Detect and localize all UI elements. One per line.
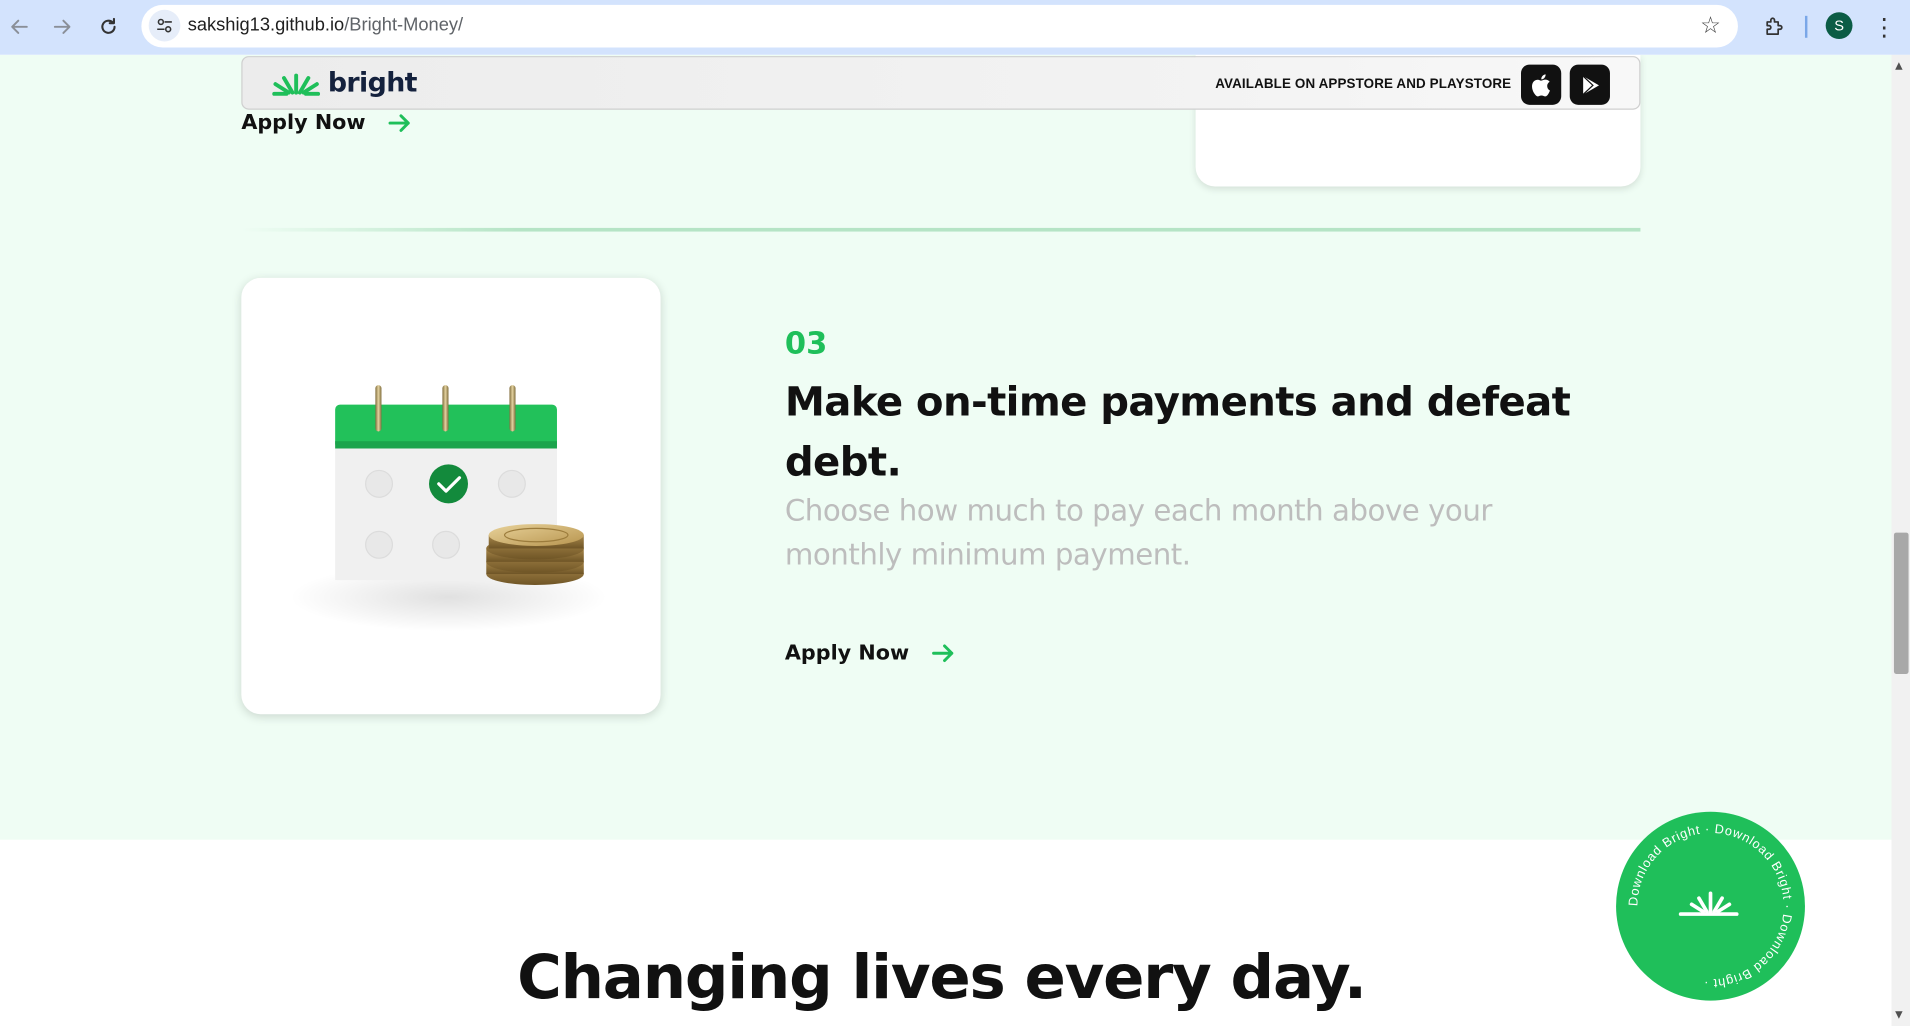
sunrise-logo-icon xyxy=(272,73,321,96)
step-title: Make on-time payments and defeat debt. xyxy=(784,377,1571,486)
arrow-right-icon xyxy=(388,114,410,132)
step-number: 03 xyxy=(784,325,828,361)
apply-now-label: Apply Now xyxy=(241,110,366,136)
download-badge-ring: Download Bright · Download Bright · Down… xyxy=(1625,821,1795,991)
profile-avatar[interactable]: S xyxy=(1825,12,1853,39)
play-store-icon xyxy=(1582,75,1599,95)
reload-icon xyxy=(101,17,116,34)
scroll-up-icon[interactable]: ▲ xyxy=(1895,60,1903,71)
browser-toolbar: sakshig13.github.io/Bright-Money/ ☆ S ⋮ xyxy=(0,0,1910,55)
playstore-button[interactable] xyxy=(1569,64,1610,105)
appstore-button[interactable] xyxy=(1521,64,1562,105)
download-bright-badge[interactable]: Download Bright · Download Bright · Down… xyxy=(1616,811,1805,1001)
calendar-with-coins-icon xyxy=(290,385,607,632)
toolbar-divider xyxy=(1804,15,1808,38)
site-header: bright AVAILABLE ON APPSTORE AND PLAYSTO… xyxy=(241,56,1641,110)
bright-logo[interactable]: bright xyxy=(272,68,418,99)
extensions-button[interactable] xyxy=(1759,11,1791,43)
previous-apply-now-link[interactable]: Apply Now xyxy=(241,111,412,135)
back-arrow-icon xyxy=(11,19,28,34)
scroll-down-icon[interactable]: ▼ xyxy=(1895,1009,1903,1020)
section-divider xyxy=(241,227,1641,232)
bookmark-star-icon[interactable]: ☆ xyxy=(1700,12,1721,39)
logo-wordmark: bright xyxy=(327,68,418,99)
step-description: Choose how much to pay each month above … xyxy=(784,493,1493,572)
back-button[interactable] xyxy=(4,11,36,43)
puzzle-icon xyxy=(1766,17,1783,35)
url-text: sakshig13.github.io/Bright-Money/ xyxy=(188,15,463,36)
url-path: /Bright-Money/ xyxy=(344,14,464,36)
page-viewport: Apply Now 03 Make on-time payments and d… xyxy=(0,54,1892,1026)
url-host: sakshig13.github.io xyxy=(187,14,345,36)
browser-menu-icon[interactable]: ⋮ xyxy=(1870,11,1899,43)
apply-now-link[interactable]: Apply Now xyxy=(785,641,956,665)
scrollbar-thumb[interactable] xyxy=(1893,532,1909,674)
step-illustration-card xyxy=(241,277,661,715)
forward-button[interactable] xyxy=(46,11,78,43)
reload-button[interactable] xyxy=(93,11,125,43)
forward-arrow-icon xyxy=(53,19,71,34)
apply-now-label: Apply Now xyxy=(784,641,910,666)
section-title: Changing lives every day. xyxy=(517,942,1367,1013)
address-bar[interactable]: sakshig13.github.io/Bright-Money/ ☆ xyxy=(141,4,1738,48)
sunrise-logo-icon xyxy=(1678,891,1739,916)
site-info-icon[interactable] xyxy=(148,9,181,42)
arrow-right-icon xyxy=(932,644,954,663)
page-scrollbar[interactable]: ▲ ▼ xyxy=(1891,54,1910,1026)
apple-icon xyxy=(1531,73,1550,96)
availability-text: AVAILABLE ON APPSTORE AND PLAYSTORE xyxy=(1215,76,1512,92)
